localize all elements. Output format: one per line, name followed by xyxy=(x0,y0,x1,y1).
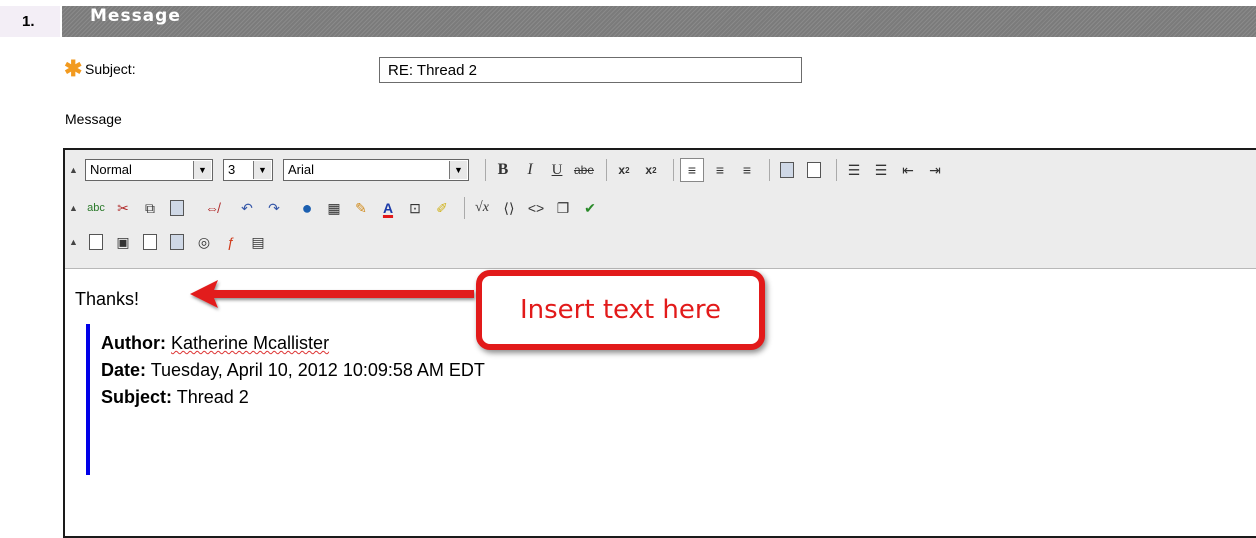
insert-media-icon[interactable] xyxy=(139,231,161,253)
align-right-icon[interactable]: ≡ xyxy=(736,159,758,181)
redo-icon[interactable]: ↷ xyxy=(263,197,285,219)
font-family-select[interactable]: Arial ▼ xyxy=(283,159,469,181)
toolbar-row-3: ▲ ▣ ◎ ƒ ▤ xyxy=(69,228,274,256)
undo-icon[interactable]: ↶ xyxy=(236,197,258,219)
paste-word-icon[interactable] xyxy=(803,159,825,181)
underline-icon[interactable]: U xyxy=(546,159,568,181)
date-label: Date: xyxy=(101,360,147,380)
indent-icon[interactable]: ⇥ xyxy=(924,159,946,181)
code-icon[interactable]: ⟨⟩ xyxy=(498,197,520,219)
quote-subject-line: Subject: Thread 2 xyxy=(101,384,485,411)
reply-text: Thanks! xyxy=(75,289,140,309)
editor-toolbar: ▲ Normal ▼ 3 ▼ Arial ▼ B I U abe x2 x2 ≡ xyxy=(65,150,1256,269)
italic-icon[interactable]: I xyxy=(519,159,541,181)
toolbar-separator xyxy=(464,197,465,219)
subscript-icon[interactable]: x2 xyxy=(613,159,635,181)
toolbar-separator xyxy=(836,159,837,181)
fullscreen-icon[interactable]: ❐ xyxy=(552,197,574,219)
numbered-list-icon[interactable]: ☰ xyxy=(843,159,865,181)
outdent-icon[interactable]: ⇤ xyxy=(897,159,919,181)
paste-text-icon[interactable] xyxy=(776,159,798,181)
strikethrough-icon[interactable]: abe xyxy=(573,159,595,181)
bold-icon[interactable]: B xyxy=(492,159,514,181)
format-select-value: Normal xyxy=(90,162,132,177)
toolbar-separator xyxy=(606,159,607,181)
highlight-icon[interactable]: ✐ xyxy=(431,197,453,219)
align-left-icon[interactable]: ≡ xyxy=(680,158,704,182)
spreadsheet-icon[interactable]: ▤ xyxy=(247,231,269,253)
toolbar-separator xyxy=(485,159,486,181)
mashup-icon[interactable]: ◎ xyxy=(193,231,215,253)
toolbar-separator xyxy=(769,159,770,181)
toolbar-row-1: ▲ Normal ▼ 3 ▼ Arial ▼ B I U abe x2 x2 ≡ xyxy=(69,156,951,184)
format-select[interactable]: Normal ▼ xyxy=(85,159,213,181)
subject-label: Subject: xyxy=(85,61,136,77)
annotation-text: Insert text here xyxy=(519,295,721,325)
step-number: 1. xyxy=(0,6,60,37)
spellcheck-icon[interactable]: abc xyxy=(85,197,107,219)
section-header: Message xyxy=(62,6,1256,37)
quote-bar xyxy=(86,324,90,475)
align-center-icon[interactable]: ≡ xyxy=(709,159,731,181)
font-family-value: Arial xyxy=(288,162,315,177)
text-color-icon[interactable]: A xyxy=(377,197,399,219)
quote-subject-label: Subject: xyxy=(101,387,173,407)
attach-file-icon[interactable] xyxy=(85,231,107,253)
bullet-list-icon[interactable]: ☰ xyxy=(870,159,892,181)
paste-icon[interactable] xyxy=(166,197,188,219)
toolbar-separator xyxy=(673,159,674,181)
message-label: Message xyxy=(65,111,122,127)
insert-image-icon[interactable]: ▣ xyxy=(112,231,134,253)
quote-date-line: Date: Tuesday, April 10, 2012 10:09:58 A… xyxy=(101,357,485,384)
author-label: Author: xyxy=(101,333,166,353)
flash-icon[interactable]: ƒ xyxy=(220,231,242,253)
collapse-toolbar-icon[interactable]: ▲ xyxy=(69,203,81,213)
media-icon[interactable]: ⊡ xyxy=(404,197,426,219)
required-star-icon: ✱ xyxy=(64,56,83,81)
annotation-callout: Insert text here xyxy=(476,270,765,350)
table-icon[interactable]: ▦ xyxy=(323,197,345,219)
link-icon[interactable]: ● xyxy=(296,197,318,219)
unlink-icon[interactable]: ⇎ xyxy=(201,197,223,219)
font-size-value: 3 xyxy=(228,162,236,177)
math-icon[interactable]: √x xyxy=(471,197,493,219)
chevron-down-icon: ▼ xyxy=(449,161,467,179)
section-title: Message xyxy=(90,6,181,26)
font-size-select[interactable]: 3 ▼ xyxy=(223,159,273,181)
quote-subject-value: Thread 2 xyxy=(176,387,249,407)
quote-author-line: Author: Katherine Mcallister xyxy=(101,330,485,357)
cut-icon[interactable]: ✂ xyxy=(112,197,134,219)
quoted-message: Author: Katherine Mcallister Date: Tuesd… xyxy=(101,330,485,411)
pencil-icon[interactable]: ✎ xyxy=(350,197,372,219)
html-icon[interactable]: <> xyxy=(525,197,547,219)
collapse-toolbar-icon[interactable]: ▲ xyxy=(69,165,81,175)
author-value: Katherine Mcallister xyxy=(171,333,330,353)
superscript-icon[interactable]: x2 xyxy=(640,159,662,181)
annotation-arrow-icon xyxy=(190,280,474,308)
subject-input[interactable] xyxy=(379,57,802,83)
date-value: Tuesday, April 10, 2012 10:09:58 AM EDT xyxy=(150,360,485,380)
collapse-toolbar-icon[interactable]: ▲ xyxy=(69,237,81,247)
toolbar-row-2: ▲ abc ✂ ⧉ ⇎ ↶ ↷ ● ▦ ✎ A ⊡ ✐ √x ⟨⟩ <> ❐ ✔ xyxy=(69,194,606,222)
chevron-down-icon: ▼ xyxy=(253,161,271,179)
check-icon[interactable]: ✔ xyxy=(579,197,601,219)
preview-icon[interactable] xyxy=(166,231,188,253)
copy-icon[interactable]: ⧉ xyxy=(139,197,161,219)
chevron-down-icon: ▼ xyxy=(193,161,211,179)
